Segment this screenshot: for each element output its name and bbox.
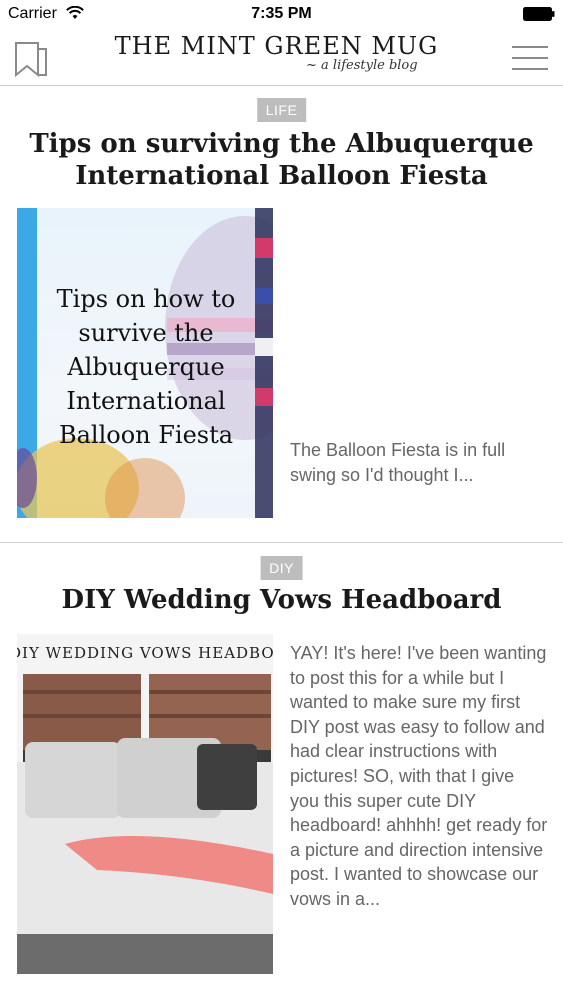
- post-excerpt[interactable]: The Balloon Fiesta is in full swing so I…: [290, 438, 548, 487]
- category-badge[interactable]: LIFE: [256, 98, 307, 122]
- thumbnail-caption: DIY WEDDING VOWS HEADBOARD: [17, 644, 273, 662]
- thumbnail-caption: Tips on how to survive the Albuquerque I…: [56, 285, 236, 449]
- status-bar: Carrier 7:35 PM: [0, 0, 563, 28]
- battery-icon: [523, 7, 555, 21]
- post-thumbnail[interactable]: DIY WEDDING VOWS HEADBOARD: [17, 634, 273, 974]
- post-thumbnail[interactable]: Tips on how to survive the Albuquerque I…: [17, 208, 273, 518]
- post-title[interactable]: Tips on surviving the Albuquerque Intern…: [20, 128, 543, 192]
- post-card[interactable]: LIFE Tips on surviving the Albuquerque I…: [0, 86, 563, 543]
- post-card[interactable]: DIY DIY Wedding Vows Headboard DIY WEDDI…: [0, 544, 563, 1000]
- status-time: 7:35 PM: [251, 5, 312, 22]
- brand-title[interactable]: THE MINT GREEN MUG: [0, 32, 553, 60]
- category-badge[interactable]: DIY: [260, 556, 303, 580]
- brand-subtitle: ~ a lifestyle blog: [306, 58, 418, 73]
- post-excerpt[interactable]: YAY! It's here! I've been wanting to pos…: [290, 641, 548, 912]
- menu-icon[interactable]: [512, 46, 548, 72]
- post-title[interactable]: DIY Wedding Vows Headboard: [20, 584, 543, 616]
- headboard-illustration: [17, 634, 273, 974]
- nav-bar: THE MINT GREEN MUG ~ a lifestyle blog: [0, 28, 563, 86]
